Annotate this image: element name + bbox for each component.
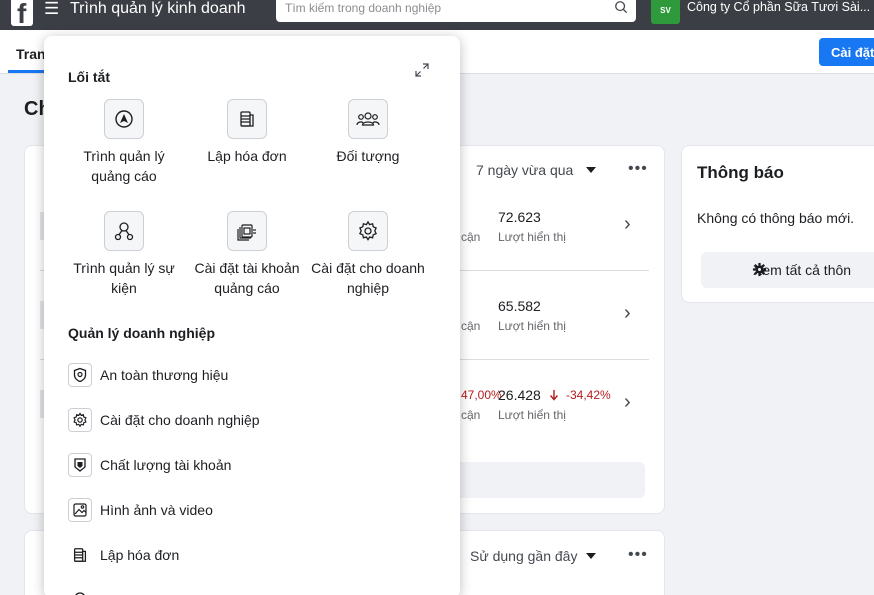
list-icon [68, 586, 92, 595]
search-placeholder: Tìm kiếm trong doanh nghiệp [285, 1, 442, 15]
chevron-down-icon[interactable] [586, 553, 596, 559]
shortcuts-title: Lối tắt [68, 69, 110, 85]
top-navigation-bar: f ☰ Trình quản lý kinh doanh Tìm kiếm tr… [0, 0, 874, 30]
shortcut-billing[interactable]: Lập hóa đơn [187, 99, 307, 166]
gear-icon [68, 408, 92, 432]
impressions-value: 65.582 [498, 298, 541, 314]
tab-home[interactable]: Tran [16, 46, 46, 62]
search-input[interactable]: Tìm kiếm trong doanh nghiệp [276, 0, 636, 22]
menu-item-media[interactable]: Hình ảnh và video [68, 498, 213, 522]
chevron-right-icon[interactable]: › [624, 302, 631, 325]
notifications-empty-text: Không có thông báo mới. [697, 210, 855, 226]
menu-item-label: An toàn thương hiệu [100, 367, 229, 383]
menu-item-label: Lập hóa đơn [100, 547, 180, 563]
shortcut-label: Cài đặt tài khoản quảng cáo [194, 260, 300, 296]
shortcut-label: Trình quản lý quảng cáo [83, 148, 165, 184]
impressions-change: -34,42% [566, 388, 611, 402]
menu-item-brand-safety[interactable]: An toàn thương hiệu [68, 363, 228, 387]
shortcut-events-manager[interactable]: Trình quản lý sự kiện [64, 211, 184, 298]
chevron-down-icon[interactable] [586, 167, 596, 173]
reach-change: 47,00% [461, 388, 502, 402]
logo-letter: f [17, 0, 27, 26]
business-settings-icon [348, 211, 388, 251]
chevron-right-icon[interactable]: › [624, 213, 631, 236]
reach-label: cận [461, 230, 481, 244]
impressions-label: Lượt hiển thị [498, 319, 566, 333]
gear-icon [752, 262, 767, 277]
business-tools-menu: Lối tắt Trình quản lý quảng cáo Lập hóa … [44, 36, 460, 595]
shortcut-ad-account-settings[interactable]: Cài đặt tài khoản quảng cáo [187, 211, 307, 298]
billing-icon [227, 99, 267, 139]
arrow-down-icon [549, 390, 559, 401]
notifications-title: Thông báo [697, 163, 784, 182]
badge-shield-icon [68, 453, 92, 477]
reach-label: cận [461, 408, 481, 422]
company-logo[interactable]: SV [651, 0, 680, 24]
see-more-button[interactable] [436, 462, 645, 498]
audience-icon [348, 99, 388, 139]
period-select[interactable]: 7 ngày vừa qua [476, 162, 573, 178]
impressions-value: 72.623 [498, 209, 541, 225]
ad-account-settings-icon [227, 211, 267, 251]
shortcut-audience[interactable]: Đối tượng [308, 99, 428, 166]
menu-item-label: Cài đặt cho doanh nghiệp [100, 412, 260, 428]
impressions-label: Lượt hiển thị [498, 230, 566, 244]
menu-item-account-quality[interactable]: Chất lượng tài khoản [68, 453, 231, 477]
shield-icon [68, 363, 92, 387]
more-options-icon[interactable]: ••• [628, 160, 648, 178]
company-name[interactable]: Công ty Cổ phần Sữa Tươi Sài... [687, 0, 870, 14]
app-title: Trình quản lý kinh doanh [70, 0, 246, 17]
billing-icon [68, 543, 92, 567]
shortcut-label: Cài đặt cho doanh nghiệp [311, 260, 425, 296]
menu-item-partial[interactable] [68, 586, 92, 595]
image-icon [68, 498, 92, 522]
shortcut-ads-manager[interactable]: Trình quản lý quảng cáo [64, 99, 184, 186]
chevron-right-icon[interactable]: › [624, 391, 631, 414]
settings-button[interactable]: Cài đặt [819, 38, 874, 66]
ads-manager-icon [104, 99, 144, 139]
menu-icon[interactable]: ☰ [44, 0, 60, 18]
shortcut-label: Trình quản lý sự kiện [73, 260, 175, 296]
menu-item-business-settings[interactable]: Cài đặt cho doanh nghiệp [68, 408, 260, 432]
impressions-label: Lượt hiển thị [498, 408, 566, 422]
search-icon[interactable] [614, 0, 628, 14]
sort-select[interactable]: Sử dụng gần đây [470, 548, 577, 564]
menu-item-billing[interactable]: Lập hóa đơn [68, 543, 179, 567]
business-management-title: Quản lý doanh nghiệp [68, 325, 215, 341]
menu-item-label: Hình ảnh và video [100, 502, 213, 518]
shortcut-label: Lập hóa đơn [207, 148, 287, 164]
shortcut-label: Đối tượng [336, 148, 400, 164]
expand-icon[interactable] [414, 62, 430, 78]
events-manager-icon [104, 211, 144, 251]
reach-label: cận [461, 319, 481, 333]
more-options-icon[interactable]: ••• [628, 546, 648, 564]
shortcut-business-settings[interactable]: Cài đặt cho doanh nghiệp [308, 211, 428, 298]
view-all-notifications-button[interactable]: Xem tất cả thôn [701, 252, 874, 288]
facebook-logo-icon[interactable]: f [11, 0, 33, 26]
menu-item-label: Chất lượng tài khoản [100, 457, 232, 473]
impressions-value: 26.428 [498, 387, 541, 403]
